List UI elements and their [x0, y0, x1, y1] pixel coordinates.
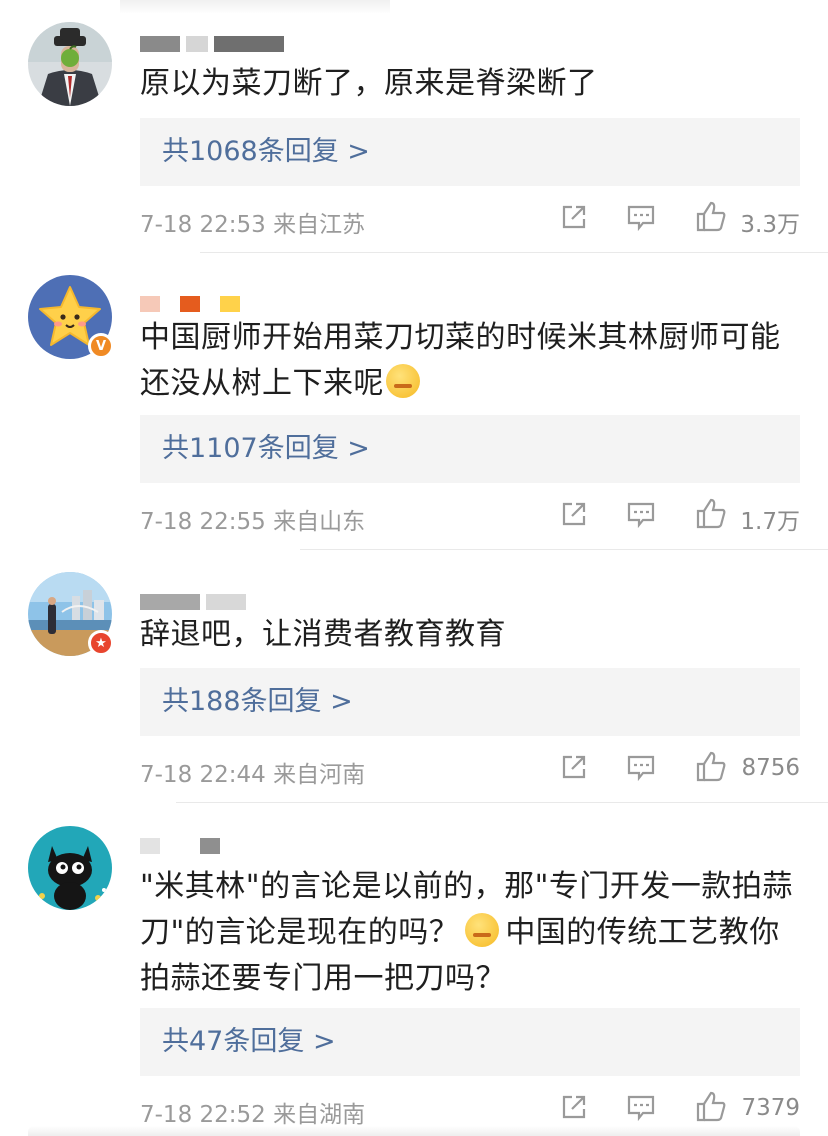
username-redacted[interactable] — [140, 594, 400, 612]
comment-time-location: 7-18 22:44 来自河南 — [140, 762, 366, 788]
username-redacted[interactable] — [140, 838, 400, 856]
comment-text: "米其林"的言论是以前的，那"专门开发一款拍蒜 刀"的言论是现在的吗？ 中国的传统… — [140, 864, 800, 1002]
username-redacted[interactable] — [140, 36, 400, 54]
comment-text: 中国厨师开始用菜刀切菜的时候米其林厨师可能 还没从树上下来呢 — [140, 315, 800, 407]
view-replies-button[interactable]: 共188条回复 > — [140, 668, 800, 736]
like-count: 1.7万 — [740, 509, 800, 535]
divider — [176, 802, 828, 803]
comment-text-line: 刀"的言论是现在的吗？ 中国的传统工艺教你 — [140, 910, 800, 956]
comment-text-fragment: 还没从树上下来呢 — [140, 366, 384, 401]
comment-text: 辞退吧，让消费者教育教育 — [140, 617, 506, 652]
verified-badge-icon: V — [88, 333, 114, 359]
comment-icon[interactable] — [626, 203, 656, 231]
comment-text: 原以为菜刀断了，原来是脊梁断了 — [140, 66, 598, 101]
comment-text-fragment: 中国的传统工艺教你 — [505, 915, 780, 950]
like-icon[interactable] — [694, 199, 728, 233]
divider — [300, 549, 828, 550]
share-icon[interactable] — [560, 1093, 588, 1121]
share-icon[interactable] — [560, 500, 588, 528]
cartoon-cat-avatar-icon — [28, 826, 112, 910]
like-count: 3.3万 — [740, 212, 800, 238]
top-scroll-fade — [120, 0, 390, 14]
view-replies-button[interactable]: 共47条回复 > — [140, 1008, 800, 1076]
avatar[interactable] — [28, 826, 112, 910]
avatar[interactable] — [28, 22, 112, 106]
surreal-man-avatar-icon — [28, 22, 112, 106]
thinking-face-emoji-icon — [465, 913, 500, 947]
comment-meta: 7-18 22:44 来自河南 8756 — [140, 749, 800, 789]
view-replies-button[interactable]: 共1107条回复 > — [140, 415, 800, 483]
like-icon[interactable] — [694, 749, 728, 783]
bottom-input-bar-edge — [28, 1126, 800, 1136]
comment-text-line: 还没从树上下来呢 — [140, 361, 800, 407]
comment-meta: 7-18 22:52 来自湖南 7379 — [140, 1089, 800, 1129]
username-redacted[interactable] — [140, 296, 400, 314]
comment-text-line: 拍蒜还要专门用一把刀吗？ — [140, 961, 506, 996]
verified-badge-icon: ★ — [88, 630, 114, 656]
comment-meta: 7-18 22:55 来自山东 1.7万 — [140, 496, 800, 536]
comment-time-location: 7-18 22:52 来自湖南 — [140, 1102, 366, 1128]
like-icon[interactable] — [694, 1089, 728, 1123]
comment-text-line: 中国厨师开始用菜刀切菜的时候米其林厨师可能 — [140, 320, 781, 355]
like-icon[interactable] — [694, 496, 728, 530]
like-count: 7379 — [741, 1095, 800, 1121]
comment-icon[interactable] — [626, 500, 656, 528]
share-icon[interactable] — [560, 203, 588, 231]
comment-time-location: 7-18 22:55 来自山东 — [140, 509, 366, 535]
comment-time-location: 7-18 22:53 来自江苏 — [140, 212, 366, 238]
comment-text-fragment: 刀"的言论是现在的吗？ — [140, 915, 460, 950]
comment-meta: 7-18 22:53 来自江苏 3.3万 — [140, 199, 800, 239]
comment-icon[interactable] — [626, 753, 656, 781]
comment-icon[interactable] — [626, 1093, 656, 1121]
yummy-face-emoji-icon — [386, 364, 420, 398]
view-replies-button[interactable]: 共1068条回复 > — [140, 118, 800, 186]
like-count: 8756 — [741, 755, 800, 781]
comment-text-line: "米其林"的言论是以前的，那"专门开发一款拍蒜 — [140, 869, 793, 904]
divider — [200, 252, 828, 253]
share-icon[interactable] — [560, 753, 588, 781]
